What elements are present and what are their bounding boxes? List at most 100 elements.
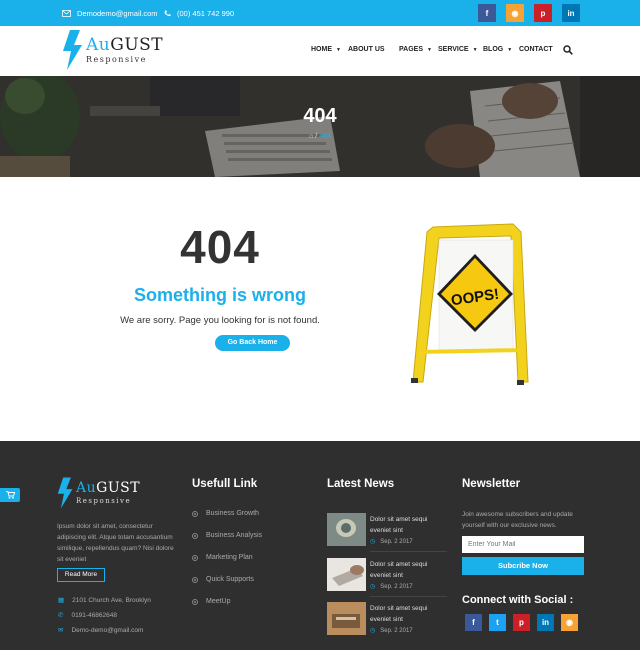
linkedin-icon: in: [567, 8, 575, 18]
error-message: We are sorry. Page you looking for is no…: [120, 315, 320, 326]
facebook-icon: f: [485, 8, 489, 18]
nav-pages-label: PAGES: [399, 46, 423, 53]
nav-blog[interactable]: BLOG ▼: [483, 46, 512, 53]
circle-bullet-icon: [192, 576, 198, 583]
newsletter-heading: Newsletter: [462, 478, 521, 490]
go-back-home-button[interactable]: Go Back Home: [215, 335, 290, 351]
footer-link-business-analysis[interactable]: Business Analysis: [192, 532, 262, 539]
footer-link-meetup[interactable]: MeetUp: [192, 598, 231, 605]
clock-icon: ◷: [370, 584, 376, 590]
footer-logo-text-rest: GUST: [96, 480, 141, 496]
nav-service[interactable]: SERVICE ▼: [438, 46, 478, 53]
topbar-email[interactable]: Demodemo@gmail.com: [62, 9, 158, 18]
subscribe-button[interactable]: Subcribe Now: [462, 557, 584, 575]
chevron-down-icon: ▼: [427, 46, 432, 53]
chevron-down-icon: ▼: [472, 46, 478, 53]
footer-phone-text: 0191-46862648: [71, 611, 117, 619]
pinterest-icon: p: [519, 618, 524, 627]
footer-logo[interactable]: AuGUST Responsive: [57, 475, 140, 511]
circle-bullet-icon: [192, 532, 198, 539]
footer-address-text: 2101 Church Ave, Brooklyn: [72, 596, 151, 604]
footer-facebook-button[interactable]: f: [465, 614, 482, 631]
news-thumbnail: [327, 558, 366, 591]
footer-link-marketing-plan[interactable]: Marketing Plan: [192, 554, 253, 561]
nav-contact[interactable]: CONTACT: [519, 46, 553, 53]
news-date-text: Sep. 2 2017: [380, 538, 413, 545]
nav-service-label: SERVICE: [438, 46, 469, 53]
circle-bullet-icon: [192, 598, 198, 605]
breadcrumb-current: 404: [319, 133, 331, 140]
footer-link-quick-supports[interactable]: Quick Supports: [192, 576, 254, 583]
nav-pages[interactable]: PAGES ▼: [399, 46, 432, 53]
news-title[interactable]: Dolor sit amet sequi eveniet sint: [370, 603, 446, 625]
rss-icon: ◉: [566, 618, 573, 627]
news-thumbnail: [327, 602, 366, 635]
circle-bullet-icon: [192, 554, 198, 561]
page-banner: 404 ⌂ / 404: [0, 76, 640, 177]
twitter-icon: t: [496, 618, 499, 627]
news-title[interactable]: Dolor sit amet sequi eveniet sint: [370, 514, 446, 536]
topbar-phone[interactable]: (00) 451 742 990: [164, 9, 234, 18]
news-item[interactable]: Dolor sit amet sequi eveniet sint ◷ Sep. …: [327, 602, 449, 638]
phone-icon: ✆: [58, 612, 64, 619]
facebook-icon: f: [472, 618, 475, 627]
cart-icon: [5, 491, 15, 499]
topbar-email-text: Demodemo@gmail.com: [77, 9, 158, 18]
footer-about-text: Ipsum dolor sit amet, consectetur adipis…: [57, 523, 174, 563]
footer-phone: ✆ 0191-46862648: [58, 611, 117, 620]
lightning-bolt-icon: [63, 30, 82, 70]
home-icon[interactable]: ⌂: [309, 133, 313, 140]
footer-link-label: MeetUp: [206, 598, 231, 605]
divider: [370, 596, 447, 597]
logo-text-first: Au: [86, 35, 111, 55]
news-date-text: Sep. 2 2017: [380, 627, 413, 634]
error-code: 404: [180, 221, 260, 273]
cart-tab[interactable]: [0, 488, 20, 502]
footer-logo-text-first: Au: [76, 480, 97, 496]
error-heading: Something is wrong: [133, 285, 306, 305]
footer-link-label: Marketing Plan: [206, 554, 253, 561]
logo-subtitle: Responsive: [86, 55, 147, 64]
pinterest-icon: p: [540, 8, 546, 18]
chevron-down-icon: ▼: [507, 46, 513, 53]
footer-pinterest-button[interactable]: p: [513, 614, 530, 631]
footer-link-business-growth[interactable]: Business Growth: [192, 510, 259, 517]
search-icon[interactable]: [563, 45, 573, 55]
latest-news-heading: Latest News: [327, 478, 395, 490]
newsletter-text: Join awesome subscribers and update your…: [462, 511, 573, 529]
footer-address: ▦ 2101 Church Ave, Brooklyn: [58, 596, 151, 605]
page-title: 404: [303, 105, 337, 127]
nav-home[interactable]: HOME ▼: [311, 46, 341, 53]
footer-twitter-button[interactable]: t: [489, 614, 506, 631]
chevron-down-icon: ▼: [336, 46, 341, 53]
footer-rss-button[interactable]: ◉: [561, 614, 578, 631]
breadcrumb: ⌂ / 404: [309, 133, 331, 140]
topbar-facebook-button[interactable]: f: [478, 4, 496, 22]
footer-link-label: Business Growth: [206, 510, 259, 517]
topbar-linkedin-button[interactable]: in: [562, 4, 580, 22]
site-logo[interactable]: AuGUST Responsive: [62, 30, 163, 70]
useful-links-heading: Usefull Link: [192, 478, 258, 490]
divider: [370, 551, 447, 552]
news-title[interactable]: Dolor sit amet sequi eveniet sint: [370, 559, 446, 581]
topbar-rss-button[interactable]: ◉: [506, 4, 524, 22]
news-item[interactable]: Dolor sit amet sequi eveniet sint ◷ Sep. …: [327, 513, 449, 552]
envelope-icon: [62, 10, 71, 17]
nav-about[interactable]: ABOUT US: [348, 46, 385, 53]
clock-icon: ◷: [370, 539, 376, 545]
news-date-text: Sep. 2 2017: [380, 583, 413, 590]
topbar-pinterest-button[interactable]: p: [534, 4, 552, 22]
footer-linkedin-button[interactable]: in: [537, 614, 554, 631]
newsletter-email-input[interactable]: [462, 536, 584, 553]
site-footer: AuGUST Responsive Ipsum dolor sit amet, …: [0, 441, 640, 650]
news-date: ◷ Sep. 2 2017: [370, 627, 413, 635]
read-more-button[interactable]: Read More: [57, 568, 105, 582]
footer-email[interactable]: ✉ Demo-demo@gmail.com: [58, 626, 143, 635]
nav-about-label: ABOUT US: [348, 46, 385, 53]
news-thumbnail: [327, 513, 366, 546]
news-date: ◷ Sep. 2 2017: [370, 538, 413, 546]
footer-logo-subtitle: Responsive: [76, 497, 132, 505]
connect-social-heading: Connect with Social :: [462, 594, 574, 606]
footer-link-label: Business Analysis: [206, 532, 263, 539]
news-item[interactable]: Dolor sit amet sequi eveniet sint ◷ Sep. …: [327, 558, 449, 597]
